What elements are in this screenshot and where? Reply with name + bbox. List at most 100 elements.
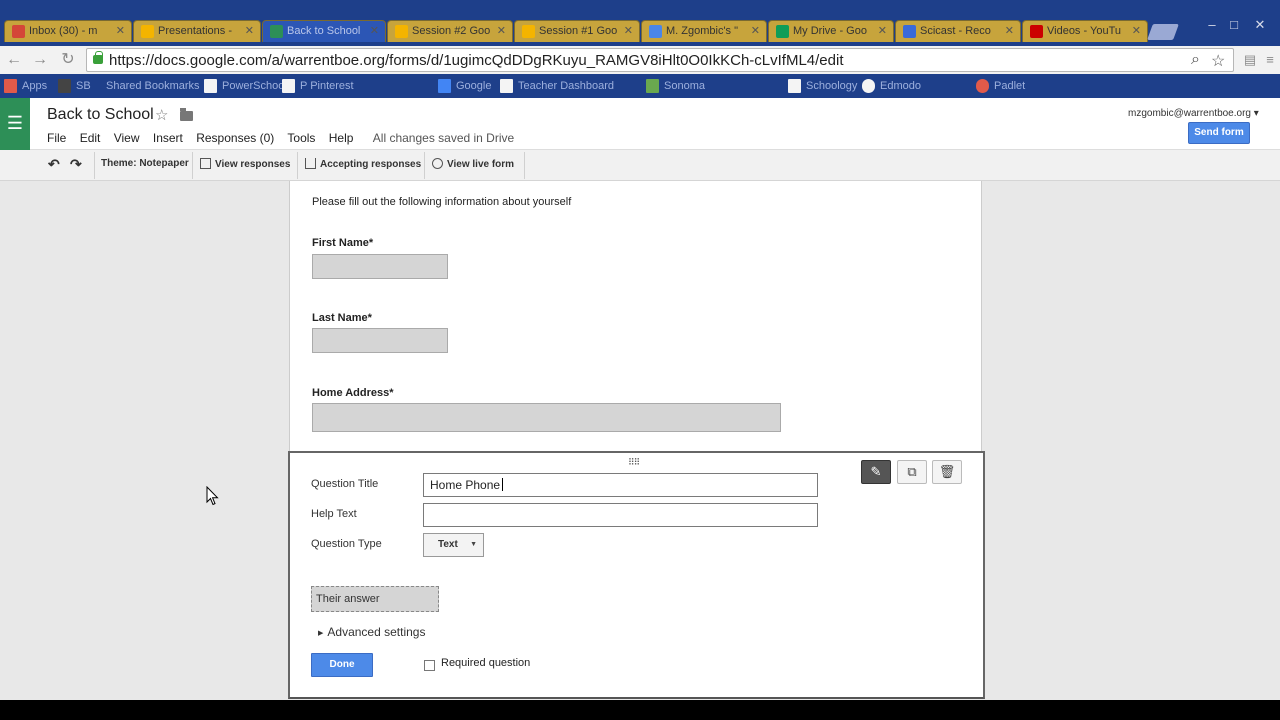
tab-zgombic[interactable]: M. Zgombic's " ✕ (641, 20, 767, 42)
bookmark-label: Schoology (806, 80, 858, 92)
view-responses-label: View responses (215, 159, 291, 170)
url-text: https://docs.google.com/a/warrentboe.org… (109, 52, 844, 69)
lock-icon (93, 51, 103, 64)
page-icon (646, 79, 659, 93)
document-title[interactable]: Back to School (47, 106, 154, 124)
account-email[interactable]: mzgombic@warrentboe.org ▾ (1128, 108, 1259, 119)
tab-youtube[interactable]: Videos - YouTu ✕ (1022, 20, 1148, 42)
close-icon[interactable]: ✕ (370, 21, 379, 42)
close-icon[interactable]: ✕ (116, 21, 125, 42)
tab-back-to-school[interactable]: Back to School ✕ (262, 20, 386, 42)
required-question-checkbox[interactable] (424, 660, 435, 671)
trash-icon[interactable]: 🗑 (932, 460, 962, 484)
live-form-icon (432, 158, 443, 169)
forward-icon[interactable]: → (30, 50, 50, 70)
menu-icon[interactable]: ≡ (1260, 50, 1280, 70)
question-title-value: Home Phone (430, 478, 501, 492)
tab-label: M. Zgombic's " (666, 25, 739, 37)
help-text-input[interactable] (423, 503, 818, 527)
triangle-right-icon: ▶ (318, 630, 324, 637)
tab-label: Videos - YouTu (1047, 25, 1122, 37)
done-button[interactable]: Done (311, 653, 373, 677)
theme-button[interactable]: Theme: Notepaper (101, 158, 189, 169)
view-live-form-button[interactable]: View live form (432, 158, 514, 170)
menu-file[interactable]: File (47, 131, 66, 145)
bookmark-shared[interactable]: Shared Bookmarks (88, 78, 200, 94)
form-description: Please fill out the following informatio… (312, 196, 572, 208)
question-title-input[interactable]: Home Phone (423, 473, 818, 497)
page-icon (649, 25, 662, 38)
menu-responses[interactable]: Responses (0) (196, 131, 274, 145)
bookmark-apps[interactable]: Apps (4, 78, 47, 94)
new-tab-button[interactable] (1147, 24, 1179, 40)
close-icon[interactable]: ✕ (245, 21, 254, 42)
bookmark-padlet[interactable]: Padlet (976, 78, 1025, 94)
bookmark-schoology[interactable]: Schoology (788, 78, 857, 94)
bookmark-label: Edmodo (880, 80, 921, 92)
browser-toolbar: ← → ↻ https://docs.google.com/a/warrentb… (0, 46, 1280, 74)
tab-presentations[interactable]: Presentations - ✕ (133, 20, 261, 42)
question-type-value: Text (438, 539, 458, 550)
bottom-bar (0, 700, 1280, 720)
forms-app-menu-icon[interactable]: ☰ (0, 98, 30, 150)
redo-icon[interactable]: ↷ (70, 156, 82, 173)
menu-tools[interactable]: Tools (287, 131, 315, 145)
menu-edit[interactable]: Edit (80, 131, 101, 145)
bookmark-star-icon[interactable]: ☆ (1211, 51, 1225, 71)
edit-pencil-icon[interactable]: ✎ (861, 460, 891, 484)
tab-session-2[interactable]: Session #2 Goo ✕ (387, 20, 513, 42)
last-name-input-preview[interactable] (312, 328, 448, 353)
menu-help[interactable]: Help (329, 131, 354, 145)
bookmark-teacher[interactable]: Teacher Dashboard (500, 78, 614, 94)
toolbar-divider (424, 152, 425, 179)
duplicate-icon[interactable]: ⧉ (897, 460, 927, 484)
question-first-name-label[interactable]: First Name* (312, 237, 373, 249)
close-icon[interactable]: ✕ (624, 21, 633, 42)
search-icon[interactable]: ⌕ (1191, 51, 1200, 69)
required-question-label[interactable]: Required question (441, 657, 530, 669)
star-icon[interactable]: ☆ (155, 106, 168, 124)
tab-my-drive[interactable]: My Drive - Goo ✕ (768, 20, 894, 42)
slides-icon (522, 25, 535, 38)
close-icon[interactable]: ✕ (751, 21, 760, 42)
menu-insert[interactable]: Insert (153, 131, 183, 145)
question-home-address-label[interactable]: Home Address* (312, 387, 394, 399)
bookmark-powerschool[interactable]: PowerSchool (204, 78, 287, 94)
extension-icon[interactable]: ▤ (1240, 50, 1260, 70)
close-icon[interactable]: ✕ (1005, 21, 1014, 42)
close-icon[interactable]: ✕ (497, 21, 506, 42)
close-icon[interactable]: ✕ (1132, 21, 1141, 42)
back-icon[interactable]: ← (4, 50, 24, 70)
folder-icon[interactable] (180, 108, 193, 121)
tab-gmail[interactable]: Inbox (30) - m ✕ (4, 20, 132, 42)
bookmark-label: Apps (22, 80, 48, 92)
first-name-input-preview[interactable] (312, 254, 448, 279)
menu-view[interactable]: View (114, 131, 140, 145)
toolbar-divider (192, 152, 193, 179)
home-address-input-preview[interactable] (312, 403, 781, 432)
close-icon[interactable]: ✕ (878, 21, 887, 42)
undo-icon[interactable]: ↶ (48, 156, 60, 173)
window-close-icon[interactable]: ✕ (1248, 16, 1272, 34)
bookmark-google[interactable]: Google (438, 78, 491, 94)
question-type-select[interactable]: Text ▼ (423, 533, 484, 557)
bookmark-sonoma[interactable]: Sonoma (646, 78, 705, 94)
drag-handle-icon[interactable]: ⠿⠿ (628, 457, 640, 468)
tab-scicast[interactable]: Scicast - Reco ✕ (895, 20, 1021, 42)
address-bar[interactable]: https://docs.google.com/a/warrentboe.org… (86, 48, 1234, 72)
slides-icon (395, 25, 408, 38)
reload-icon[interactable]: ↻ (58, 50, 78, 70)
minimize-icon[interactable]: – (1200, 16, 1224, 34)
question-last-name-label[interactable]: Last Name* (312, 312, 372, 324)
toolbar-divider (524, 152, 525, 179)
accepting-responses-button[interactable]: Accepting responses (305, 158, 421, 170)
maximize-icon[interactable]: □ (1222, 16, 1246, 34)
tab-session-1[interactable]: Session #1 Goo ✕ (514, 20, 640, 42)
bookmark-edmodo[interactable]: Edmodo (862, 78, 921, 94)
send-form-button[interactable]: Send form (1188, 122, 1250, 144)
bookmark-pinterest[interactable]: P Pinterest (282, 78, 354, 94)
bookmark-sb[interactable]: SB (58, 78, 91, 94)
youtube-icon (1030, 25, 1043, 38)
view-responses-button[interactable]: View responses (200, 158, 290, 170)
advanced-settings-toggle[interactable]: ▶ Advanced settings (318, 625, 425, 639)
